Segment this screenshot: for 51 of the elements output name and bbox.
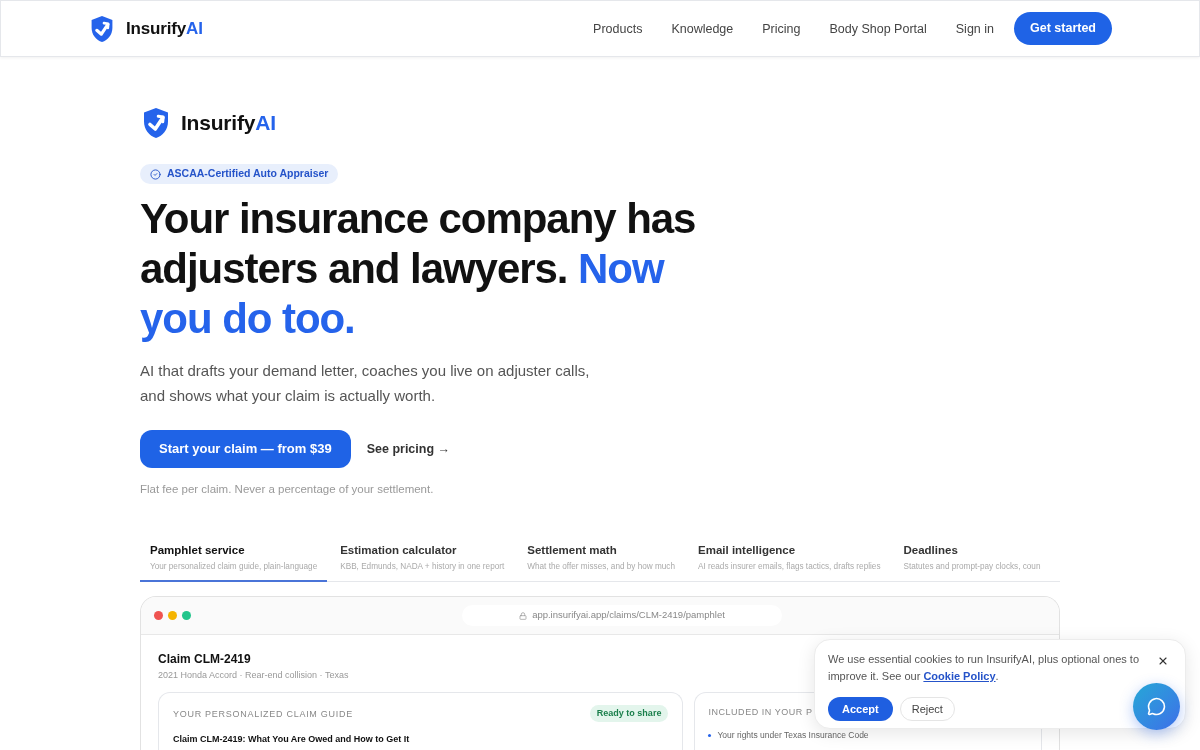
brand-logo-link[interactable]: InsurifyAI [91, 15, 203, 42]
tab-title: Estimation calculator [340, 543, 457, 558]
nav-link[interactable]: Knowledge [671, 20, 734, 37]
shield-icon [91, 15, 113, 42]
claim-title: Claim CLM-2419 [158, 652, 251, 667]
brand-name: InsurifyAI [126, 17, 203, 40]
cookie-message: We use essential cookies to run InsurifyAI, plus optional ones to improve it. See our Cookie Policy. [828, 652, 1141, 684]
feature-tab[interactable]: Deadlines Statutes and prompt-pay clocks, coun [893, 543, 1051, 582]
feature-tab[interactable]: Settlement math What the offer misses, and by how much [517, 543, 685, 582]
feature-tab[interactable]: Email intelligence AI reads insurer emails, flags tactics, drafts replies [688, 543, 891, 582]
hero-headline: Your insurance company has adjusters and lawyers. Now you do too. [140, 194, 697, 344]
address-bar[interactable]: app.insurifyai.app/claims/CLM-2419/pamphlet [462, 605, 782, 626]
reject-button[interactable]: Reject [899, 697, 955, 721]
card-heading: INCLUDED IN YOUR P [708, 706, 813, 718]
tab-subtitle: KBB, Edmunds, NADA + history in one report [340, 561, 505, 572]
nav-link[interactable]: Products [593, 20, 643, 37]
close-icon[interactable] [1157, 655, 1169, 667]
feature-tab[interactable]: Pamphlet service Your personalized claim guide, plain-language [140, 543, 328, 582]
tab-subtitle: Your personalized claim guide, plain-language [150, 561, 318, 572]
tab-title: Pamphlet service [150, 543, 245, 558]
tab-subtitle: Statutes and prompt-pay clocks, coun [903, 561, 1041, 572]
tab-title: Settlement math [527, 543, 617, 558]
url-text: app.insurifyai.app/claims/CLM-2419/pamphlet [532, 608, 725, 623]
brand-name: InsurifyAI [181, 110, 276, 136]
lock-icon [519, 611, 528, 620]
pricing-note: Flat fee per claim. Never a percentage of your settlement. [140, 482, 434, 496]
bullet-icon [708, 734, 712, 737]
tab-title: Deadlines [903, 543, 958, 558]
nav-link[interactable]: Pricing [762, 20, 801, 37]
chat-bubble-icon [1147, 697, 1166, 716]
card-heading: YOUR PERSONALIZED CLAIM GUIDE [173, 707, 353, 720]
tab-subtitle: What the offer misses, and by how much [527, 561, 675, 572]
feature-tab[interactable]: Estimation calculator KBB, Edmunds, NADA + history in one report [330, 543, 515, 582]
check-circle-icon [150, 168, 161, 180]
included-item: Your rights under Texas Insurance Code [717, 730, 869, 741]
tab-title: Email intelligence [698, 543, 796, 558]
hero-subtitle: AI that drafts your demand letter, coaches you live on adjuster calls, and shows what your claim is actually worth. [140, 361, 591, 406]
status-badge: Ready to share [589, 705, 669, 722]
nav-link[interactable]: Body Shop Portal [829, 20, 927, 37]
start-claim-button[interactable]: Start your claim — from $39 [140, 430, 351, 468]
claim-details: 2021 Honda Accord · Rear-end collision · Texas [158, 669, 349, 681]
cookie-policy-link[interactable]: Cookie Policy [923, 670, 996, 682]
guide-title: Claim CLM-2419: What You Are Owed and How to Get It [173, 733, 410, 745]
get-started-button[interactable]: Get started [1014, 12, 1112, 45]
badge-text: ASCAA-Certified Auto Appraiser [167, 166, 329, 182]
tab-subtitle: AI reads insurer emails, flags tactics, drafts replies [698, 561, 881, 572]
see-pricing-link[interactable]: See pricing → [366, 441, 451, 457]
nav-link[interactable]: Sign in [955, 20, 994, 37]
hero-brand-logo[interactable]: InsurifyAI [144, 108, 276, 138]
accept-button[interactable]: Accept [828, 697, 893, 721]
shield-icon [144, 108, 168, 138]
